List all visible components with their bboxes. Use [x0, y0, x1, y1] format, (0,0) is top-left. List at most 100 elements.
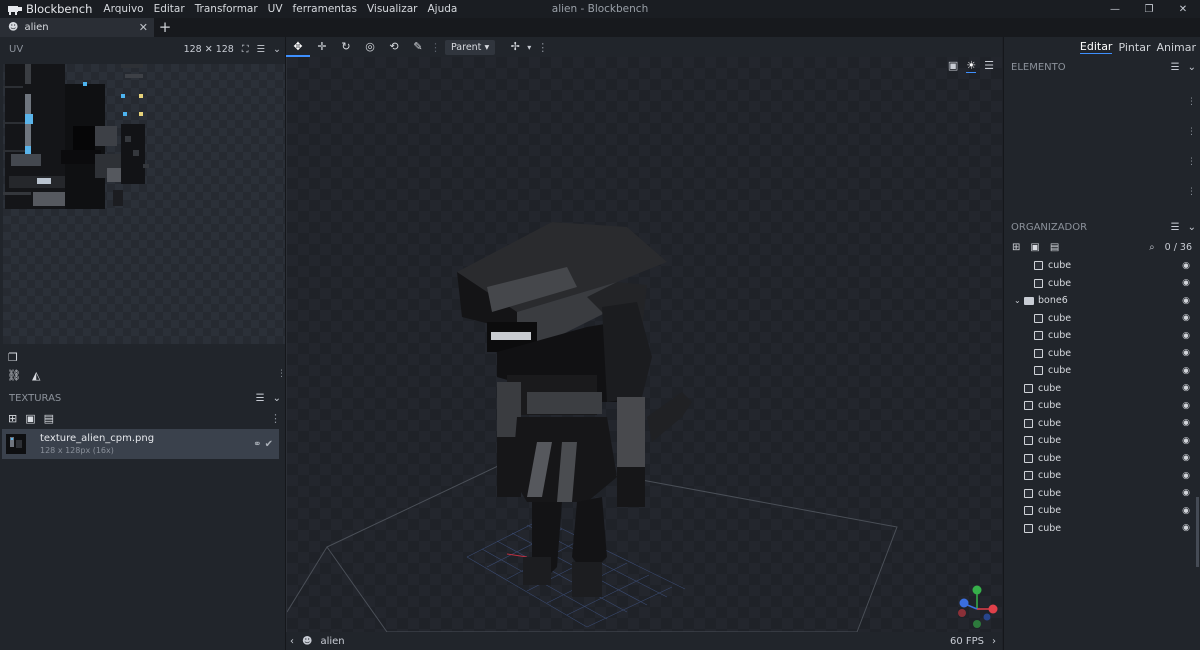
outliner-cube-row[interactable]: cube ◉ — [1004, 345, 1194, 363]
add-cube-icon[interactable]: ⊞ — [1012, 242, 1020, 253]
visibility-eye-icon[interactable]: ◉ — [1182, 313, 1190, 323]
pivot-tool-icon[interactable]: ✛ — [310, 37, 334, 57]
mirror-icon[interactable]: ◭ — [32, 369, 40, 382]
outliner-scrollbar[interactable] — [1196, 497, 1199, 567]
transform-space-select[interactable]: Parent ▾ — [445, 39, 496, 55]
menu-uv[interactable]: UV — [263, 3, 288, 15]
visibility-eye-icon[interactable]: ◉ — [1182, 418, 1190, 428]
chevron-down-icon[interactable]: ⌄ — [1014, 296, 1024, 305]
menu-visualizar[interactable]: Visualizar — [362, 3, 423, 15]
visibility-eye-icon[interactable]: ◉ — [1182, 471, 1190, 481]
more-options-icon[interactable]: ⋮ — [277, 369, 286, 379]
mode-pintar[interactable]: Pintar — [1118, 41, 1150, 54]
outliner-cube-row[interactable]: cube ◉ — [1004, 397, 1194, 415]
screenshot-icon[interactable]: ▣ — [948, 59, 958, 73]
chevron-down-icon[interactable]: ⌄ — [273, 44, 281, 55]
outliner-cube-row[interactable]: cube ◉ — [1004, 257, 1194, 275]
menu-lines-icon[interactable]: ☰ — [256, 393, 265, 404]
visibility-eye-icon[interactable]: ◉ — [1182, 453, 1190, 463]
move-tool-icon[interactable]: ✥ — [286, 37, 310, 57]
menu-ferramentas[interactable]: ferramentas — [288, 3, 362, 15]
menu-transformar[interactable]: Transformar — [190, 3, 263, 15]
outliner-tree[interactable]: cube ◉ cube ◉ ⌄ bone6 ◉ cube ◉ cube ◉ cube ◉ cube ◉ cub… — [1004, 257, 1194, 557]
more-options-icon[interactable]: ⋮ — [1187, 157, 1196, 167]
mode-editar[interactable]: Editar — [1079, 40, 1113, 54]
visibility-eye-icon[interactable]: ◉ — [1182, 383, 1190, 393]
visibility-eye-icon[interactable]: ◉ — [1182, 261, 1190, 271]
menu-lines-icon[interactable]: ☰ — [257, 44, 266, 55]
chevron-down-icon[interactable]: ⌄ — [1188, 222, 1196, 233]
vertex-snap-icon[interactable]: ◎ — [358, 37, 382, 57]
add-group-icon[interactable]: ▣ — [1030, 242, 1039, 253]
folder-icon[interactable]: ▤ — [44, 412, 54, 425]
visibility-eye-icon[interactable]: ◉ — [1182, 436, 1190, 446]
visibility-eye-icon[interactable]: ◉ — [1182, 278, 1190, 288]
chevron-down-icon[interactable]: ⌄ — [1188, 62, 1196, 73]
gizmo-icon[interactable]: ✢ — [503, 37, 527, 57]
texture-status-icons[interactable]: ⚭ ✔ — [253, 439, 273, 450]
menu-lines-icon[interactable]: ☰ — [1171, 222, 1180, 233]
menu-arquivo[interactable]: Arquivo — [98, 3, 148, 15]
restore-icon[interactable]: ❐ — [1132, 0, 1166, 18]
uv-editor-canvas[interactable] — [3, 64, 285, 344]
visibility-eye-icon[interactable]: ◉ — [1182, 523, 1190, 533]
copy-icon[interactable]: ❐ — [8, 351, 18, 364]
add-texture-icon[interactable]: ⊞ — [8, 412, 17, 425]
fullscreen-icon[interactable]: ⛶ — [242, 44, 249, 55]
resize-tool-icon[interactable]: ⟲ — [382, 37, 406, 57]
new-tab-icon[interactable]: + — [154, 18, 176, 37]
more-options-icon[interactable]: ⋮ — [1187, 127, 1196, 137]
more-options-icon[interactable]: ⋮ — [270, 412, 285, 425]
outliner-cube-row[interactable]: cube ◉ — [1004, 275, 1194, 293]
outliner-cube-row[interactable]: cube ◉ — [1004, 520, 1194, 538]
visibility-eye-icon[interactable]: ◉ — [1182, 488, 1190, 498]
visibility-eye-icon[interactable]: ◉ — [1182, 331, 1190, 341]
outliner-cube-row[interactable]: cube ◉ — [1004, 310, 1194, 328]
mode-animar[interactable]: Animar — [1156, 41, 1196, 54]
chevron-right-icon[interactable]: › — [992, 636, 996, 647]
outliner-cube-row[interactable]: cube ◉ — [1004, 380, 1194, 398]
menu-lines-icon[interactable]: ☰ — [1171, 62, 1180, 73]
texture-item[interactable]: texture_alien_cpm.png 128 x 128px (16x) … — [2, 429, 279, 459]
outliner-cube-row[interactable]: cube ◉ — [1004, 467, 1194, 485]
close-window-icon[interactable]: ✕ — [1166, 0, 1200, 18]
more-options-icon[interactable]: ⋮ — [1187, 187, 1196, 197]
visibility-eye-icon[interactable]: ◉ — [1182, 348, 1190, 358]
visibility-eye-icon[interactable]: ◉ — [1182, 296, 1190, 306]
visibility-eye-icon[interactable]: ◉ — [1182, 401, 1190, 411]
outliner-cube-row[interactable]: cube ◉ — [1004, 485, 1194, 503]
outliner-cube-row[interactable]: cube ◉ — [1004, 502, 1194, 520]
toolbar-more-icon[interactable]: ⋮ — [537, 41, 548, 54]
outliner-cube-row[interactable]: cube ◉ — [1004, 362, 1194, 380]
menu-editar[interactable]: Editar — [149, 3, 190, 15]
gizmo-dropdown-icon[interactable]: ▾ — [527, 43, 531, 52]
link-icon[interactable]: ⛓ — [7, 369, 21, 382]
chevron-left-icon[interactable]: ‹ — [290, 636, 294, 647]
lighting-icon[interactable]: ☀ — [966, 59, 977, 73]
collapse-icon[interactable]: ▤ — [1050, 242, 1059, 253]
element-panel-title: ELEMENTO — [1011, 61, 1066, 73]
rotate-tool-icon[interactable]: ↻ — [334, 37, 358, 57]
outliner-group-row[interactable]: ⌄ bone6 ◉ — [1004, 292, 1194, 310]
outliner-cube-row[interactable]: cube ◉ — [1004, 415, 1194, 433]
visibility-eye-icon[interactable]: ◉ — [1182, 506, 1190, 516]
tab-alien[interactable]: ☻ alien ✕ — [0, 18, 154, 37]
import-texture-icon[interactable]: ▣ — [25, 412, 35, 425]
outliner-item-label: cube — [1038, 522, 1062, 534]
transform-space-value: Parent — [451, 41, 482, 53]
search-icon[interactable]: ⌕ — [1149, 242, 1154, 253]
close-tab-icon[interactable]: ✕ — [139, 21, 148, 34]
outliner-cube-row[interactable]: cube ◉ — [1004, 327, 1194, 345]
3d-viewport[interactable]: ▣ ☀ ☰ — [286, 57, 1002, 632]
outliner-toolbar: ⊞ ▣ ▤ ⌕ 0 / 36 — [1004, 237, 1200, 257]
minimize-icon[interactable]: — — [1098, 0, 1132, 18]
more-options-icon[interactable]: ⋮ — [1187, 97, 1196, 107]
uv-size-label[interactable]: 128 ✕ 128 — [184, 44, 234, 55]
brush-tool-icon[interactable]: ✎ — [406, 37, 430, 57]
chevron-down-icon[interactable]: ⌄ — [273, 393, 281, 404]
outliner-cube-row[interactable]: cube ◉ — [1004, 432, 1194, 450]
viewport-menu-icon[interactable]: ☰ — [984, 59, 994, 73]
menu-ajuda[interactable]: Ajuda — [422, 3, 462, 15]
outliner-cube-row[interactable]: cube ◉ — [1004, 450, 1194, 468]
visibility-eye-icon[interactable]: ◉ — [1182, 366, 1190, 376]
